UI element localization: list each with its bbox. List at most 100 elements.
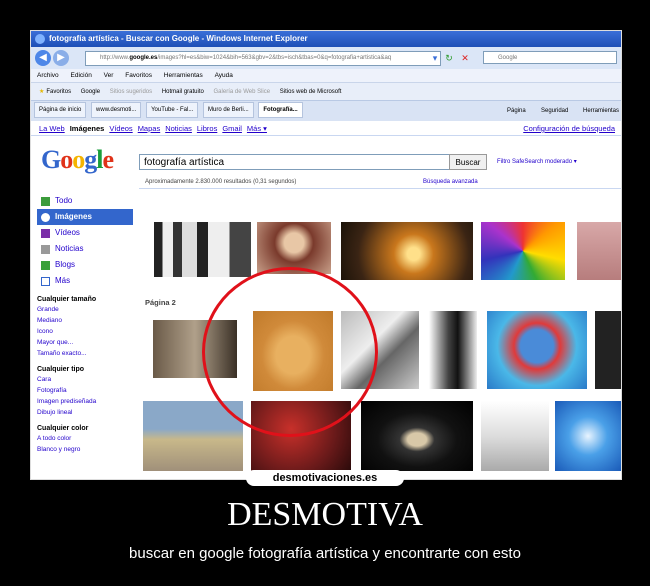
menu-ver[interactable]: Ver xyxy=(104,72,114,79)
image-result[interactable] xyxy=(577,222,621,280)
command-security[interactable]: Seguridad xyxy=(541,101,568,121)
nav-web[interactable]: La Web xyxy=(39,124,65,133)
search-settings-link[interactable]: Configuración de búsqueda xyxy=(523,124,615,133)
image-result[interactable] xyxy=(481,401,549,471)
type-option[interactable]: Cara xyxy=(37,374,133,385)
size-option[interactable]: Mediano xyxy=(37,315,133,326)
image-result[interactable] xyxy=(429,311,477,389)
google-nav: La Web Imágenes Vídeos Mapas Noticias Libros G… xyxy=(39,124,272,133)
color-option[interactable]: Blanco y negro xyxy=(37,444,133,455)
size-filter-title[interactable]: Cualquier tamaño xyxy=(37,296,133,303)
sidebar-item-label: Blogs xyxy=(55,260,76,269)
page-label: Página 2 xyxy=(145,298,176,307)
more-icon xyxy=(41,277,50,286)
tab-desmotivaciones[interactable]: www.desmoti... xyxy=(91,102,142,119)
sidebar-item-label: Todo xyxy=(55,196,73,205)
image-result[interactable] xyxy=(143,222,251,277)
fav-hotmail[interactable]: Hotmail gratuito xyxy=(162,89,204,95)
favorites-star-icon: ★ xyxy=(39,89,45,95)
nav-images[interactable]: Imágenes xyxy=(70,124,105,133)
sidebar-item-label: Imágenes xyxy=(55,212,92,221)
nav-divider xyxy=(31,135,621,136)
address-bar[interactable]: http://www.google.es/images?hl=es&biw=10… xyxy=(85,51,441,66)
type-option[interactable]: Dibujo lineal xyxy=(37,407,133,418)
command-page[interactable]: Página xyxy=(507,101,526,121)
size-option[interactable]: Icono xyxy=(37,326,133,337)
menu-favoritos[interactable]: Favoritos xyxy=(125,72,152,79)
size-option[interactable]: Mayor que... xyxy=(37,337,133,348)
sidebar-item-videos[interactable]: Vídeos xyxy=(37,225,133,241)
sidebar-item-more[interactable]: Más xyxy=(37,273,133,289)
results-count: Aproximadamente 2.830.000 resultados (0,… xyxy=(145,179,297,185)
fav-webslice-gallery[interactable]: Galería de Web Slice xyxy=(214,89,271,95)
tab-bar: Página de inicio www.desmoti... YouTube … xyxy=(31,100,621,122)
refresh-icon[interactable]: ↻ xyxy=(443,52,455,64)
tab-home[interactable]: Página de inicio xyxy=(34,102,87,119)
nav-gmail[interactable]: Gmail xyxy=(222,124,242,133)
advanced-search-link[interactable]: Búsqueda avanzada xyxy=(423,179,478,185)
sidebar-item-blogs[interactable]: Blogs xyxy=(37,257,133,273)
search-button[interactable]: Buscar xyxy=(449,154,487,170)
menu-archivo[interactable]: Archivo xyxy=(37,72,59,79)
fav-google[interactable]: Google xyxy=(81,89,100,95)
logo-letter: o xyxy=(60,145,73,174)
address-rest: /images?hl=es&biw=1024&bih=563&gbv=2&tbs… xyxy=(157,55,392,61)
image-result[interactable] xyxy=(595,311,621,389)
image-result[interactable] xyxy=(341,222,473,280)
type-option[interactable]: Imagen prediseñada xyxy=(37,396,133,407)
color-filter-title[interactable]: Cualquier color xyxy=(37,425,133,432)
news-icon xyxy=(41,245,50,254)
browser-search-placeholder: Google xyxy=(498,55,518,61)
logo-letter: G xyxy=(41,145,61,174)
safesearch-filter[interactable]: Filtro SafeSearch moderado ▾ xyxy=(497,158,577,165)
image-result[interactable] xyxy=(361,401,473,471)
image-result[interactable] xyxy=(487,311,587,389)
command-tools[interactable]: Herramientas xyxy=(583,101,619,121)
dropdown-icon[interactable]: ▾ xyxy=(429,52,441,64)
blogs-icon xyxy=(41,261,50,270)
search-input[interactable]: fotografía artística xyxy=(139,154,453,170)
search-query: fotografía artística xyxy=(144,157,225,168)
tab-muro[interactable]: Muro de Berli... xyxy=(203,102,254,119)
caption-subtitle: buscar en google fotografía artística y … xyxy=(129,545,521,562)
nav-maps[interactable]: Mapas xyxy=(138,124,161,133)
window-titlebar: fotografía artística - Buscar con Google… xyxy=(31,31,621,47)
forward-button[interactable]: ▶ xyxy=(53,50,69,66)
image-result[interactable] xyxy=(555,401,621,471)
menu-ayuda[interactable]: Ayuda xyxy=(215,72,233,79)
nav-more[interactable]: Más ▾ xyxy=(247,124,267,133)
videos-icon xyxy=(41,229,50,238)
google-logo[interactable]: Google xyxy=(41,145,114,175)
menu-herramientas[interactable]: Herramientas xyxy=(164,72,203,79)
fav-microsoft-sites[interactable]: Sitios web de Microsoft xyxy=(280,89,342,95)
watermark: desmotivaciones.es xyxy=(246,470,404,486)
sidebar-item-news[interactable]: Noticias xyxy=(37,241,133,257)
stop-icon[interactable]: ✕ xyxy=(459,52,471,64)
nav-news[interactable]: Noticias xyxy=(165,124,192,133)
all-icon xyxy=(41,197,50,206)
fav-suggested-sites[interactable]: Sitios sugeridos xyxy=(110,89,152,95)
sidebar-item-all[interactable]: Todo xyxy=(37,193,133,209)
menu-edicion[interactable]: Edición xyxy=(71,72,92,79)
caption-title: DESMOTIVA xyxy=(227,496,423,533)
address-toolbar: ◀ ▶ http://www.google.es/images?hl=es&bi… xyxy=(31,47,621,69)
type-filter-title[interactable]: Cualquier tipo xyxy=(37,366,133,373)
images-icon xyxy=(41,213,50,222)
type-option[interactable]: Fotografía xyxy=(37,385,133,396)
size-option[interactable]: Grande xyxy=(37,304,133,315)
image-result[interactable] xyxy=(481,222,565,280)
nav-videos[interactable]: Vídeos xyxy=(109,124,132,133)
sidebar-item-label: Noticias xyxy=(55,244,84,253)
color-option[interactable]: A todo color xyxy=(37,433,133,444)
nav-books[interactable]: Libros xyxy=(197,124,217,133)
size-option[interactable]: Tamaño exacto... xyxy=(37,348,133,359)
browser-search-input[interactable]: Google xyxy=(483,51,617,64)
window-title: fotografía artística - Buscar con Google… xyxy=(49,34,308,43)
back-button[interactable]: ◀ xyxy=(35,50,51,66)
favorites-button[interactable]: Favoritos xyxy=(46,89,71,95)
sidebar-item-label: Vídeos xyxy=(55,228,80,237)
tab-youtube[interactable]: YouTube - Fal... xyxy=(146,102,199,119)
tab-fotografia[interactable]: Fotografía... xyxy=(258,102,303,119)
sidebar-item-images[interactable]: Imágenes xyxy=(37,209,133,225)
page-content: La Web Imágenes Vídeos Mapas Noticias Libros G… xyxy=(31,121,621,479)
